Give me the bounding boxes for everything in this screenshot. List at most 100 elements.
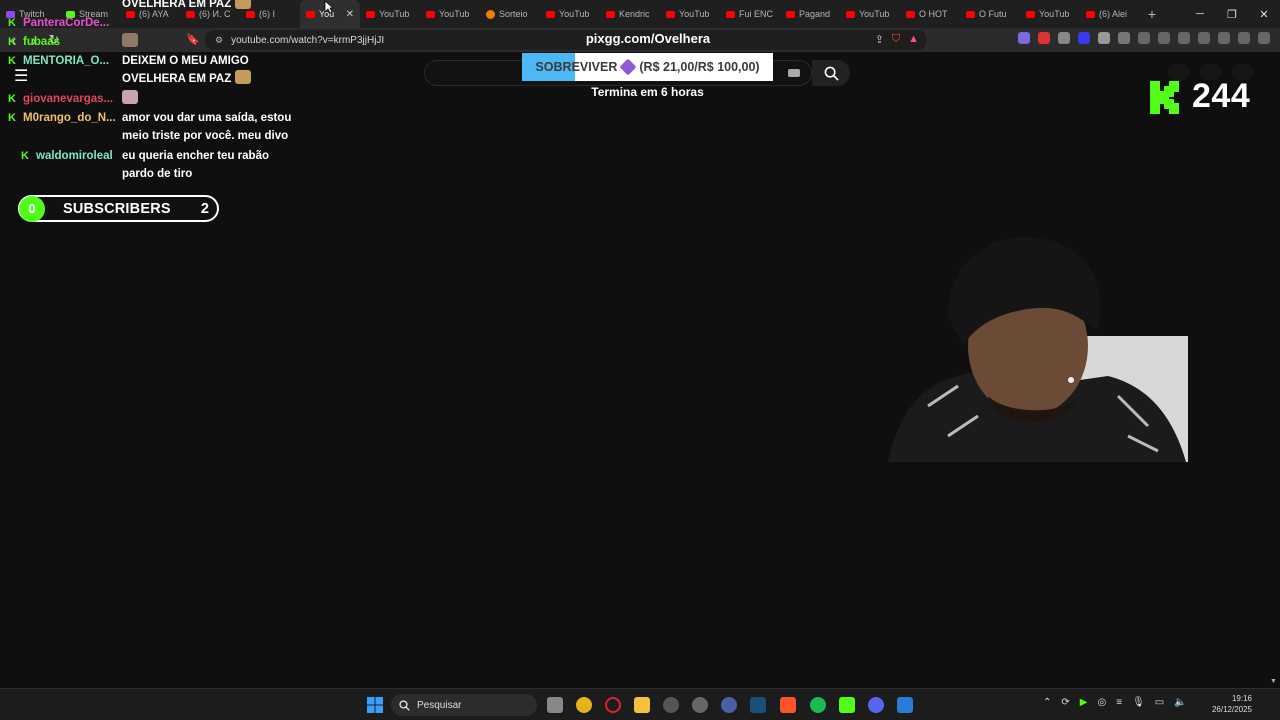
chat-message: Kwaldomiroleal (18, 147, 113, 165)
mixer-icon[interactable]: ≡ (1116, 697, 1122, 708)
chat-message-text: amor vou dar uma saída, estou (122, 109, 291, 127)
window-controls: ─ ❐ ✕ (1184, 0, 1280, 28)
chevron-up-icon[interactable]: ⌃ (1043, 697, 1051, 708)
extension-icon[interactable] (1058, 32, 1070, 44)
browser-tab[interactable]: O Futu (960, 0, 1020, 28)
chat-username: MENTORIA_O... (23, 55, 110, 67)
chat-username: PanteraCorDe... (23, 17, 110, 29)
network-icon[interactable]: ▭ (1155, 697, 1164, 708)
browser-tab[interactable]: YouTub (1020, 0, 1080, 28)
chrome-icon[interactable] (576, 697, 592, 713)
extension-icon[interactable] (1078, 32, 1090, 44)
close-window-button[interactable]: ✕ (1248, 0, 1280, 28)
maximize-button[interactable]: ❐ (1216, 0, 1248, 28)
sync-icon[interactable]: ⟳ (1061, 697, 1069, 708)
browser-tab[interactable]: O HOT (900, 0, 960, 28)
youtube-search-button[interactable] (812, 60, 850, 86)
microphone-icon[interactable]: 🎙 (1132, 697, 1145, 708)
brave-icon[interactable] (780, 697, 796, 713)
youtube-favicon (666, 10, 675, 18)
app-icon[interactable] (663, 697, 679, 713)
play-icon[interactable]: ▶ (1080, 697, 1088, 708)
taskbar-search[interactable]: Pesquisar (391, 694, 537, 716)
volume-icon[interactable]: 🔈 (1174, 697, 1186, 708)
chat-text: DEIXEM O MEU AMIGO (122, 55, 249, 67)
extension-icon[interactable] (1038, 32, 1050, 44)
chat-message: Kfubaas (5, 33, 60, 51)
site-info-icon[interactable]: ⚙ (215, 35, 223, 46)
share-icon[interactable]: ⇪ (875, 33, 884, 46)
browser-tab[interactable]: Kendric (600, 0, 660, 28)
app-icon[interactable] (721, 697, 737, 713)
pix-icon (619, 58, 637, 76)
search-icon (399, 699, 410, 711)
task-view-icon[interactable] (547, 697, 563, 713)
extension-icon[interactable] (1098, 32, 1110, 44)
chat-username: M0rango_do_N... (23, 112, 116, 124)
youtube-favicon (846, 10, 855, 18)
wallet-icon[interactable] (1198, 32, 1210, 44)
kick-app-icon[interactable] (839, 697, 855, 713)
kick-badge-icon: K (8, 93, 16, 105)
close-tab-icon[interactable]: ✕ (346, 9, 354, 20)
kick-badge-icon: K (8, 112, 16, 124)
leo-icon[interactable] (1218, 32, 1230, 44)
sidebar-icon[interactable] (1178, 32, 1190, 44)
discord-icon[interactable] (868, 697, 884, 713)
browser-tab[interactable]: YouTub (540, 0, 600, 28)
chat-message: K MENTORIA_O... (5, 52, 109, 70)
browser-tab[interactable]: Fui ENC (720, 0, 780, 28)
vpn-icon[interactable] (1238, 32, 1250, 44)
file-explorer-icon[interactable] (634, 697, 650, 713)
opera-icon[interactable] (605, 697, 621, 713)
app-tray-icon[interactable]: ◎ (1097, 697, 1106, 708)
subscribers-label: SUBSCRIBERS (63, 200, 171, 217)
brave-rewards-icon[interactable]: ▲ (908, 33, 919, 46)
chat-text: eu queria encher teu rabão (122, 150, 269, 162)
scroll-down-arrow[interactable]: ▼ (1270, 678, 1277, 685)
browser-tab[interactable]: (6) Alei (1080, 0, 1140, 28)
hand-emote-icon (122, 90, 138, 104)
browser-tab[interactable]: Pagand (780, 0, 840, 28)
browser-tab-label: Fui ENC (739, 9, 774, 19)
kick-badge-icon: K (8, 55, 16, 67)
browser-tab[interactable]: YouTub (420, 0, 480, 28)
extension-icon[interactable] (1018, 32, 1030, 44)
browser-tab[interactable]: YouTub (360, 0, 420, 28)
spotify-icon[interactable] (810, 697, 826, 713)
chat-message-text (122, 33, 138, 47)
browser-tab-label: Pagand (799, 9, 831, 19)
chat-text: OVELHERA EM PAZ (122, 0, 232, 10)
app-icon[interactable] (897, 697, 913, 713)
media-icon[interactable] (1158, 32, 1170, 44)
chat-text: pardo de tiro (122, 168, 193, 180)
donation-goal-bar: SOBREVIVER (R$ 21,00/R$ 100,00) (522, 53, 773, 81)
browser-tab-label: YouTub (859, 9, 890, 19)
bookmark-icon[interactable]: 🔖 (186, 33, 200, 46)
youtube-favicon (426, 10, 435, 18)
browser-tab-label: YouTub (679, 9, 710, 19)
new-tab-button[interactable]: + (1140, 6, 1164, 22)
kick-badge-icon: K (21, 150, 29, 162)
app-icon[interactable] (692, 697, 708, 713)
browser-tab[interactable]: YouTub (660, 0, 720, 28)
youtube-favicon (966, 10, 975, 18)
clock[interactable]: 19:16 26/12/2025 (1206, 693, 1252, 715)
browser-tab-label: Sorteio (499, 9, 528, 19)
menu-icon[interactable] (1258, 32, 1270, 44)
keyboard-icon[interactable] (788, 69, 800, 77)
brave-shield-icon[interactable]: ⛉ (892, 33, 900, 46)
browser-tab[interactable]: YouTub (840, 0, 900, 28)
extensions-row (1018, 32, 1270, 44)
youtube-favicon (726, 10, 735, 18)
chat-text: meio triste por você. meu divo (122, 130, 289, 142)
minimize-button[interactable]: ─ (1184, 0, 1216, 28)
windows-start-icon[interactable] (367, 697, 383, 713)
extension-icon[interactable] (1138, 32, 1150, 44)
subscribers-goal: 0 SUBSCRIBERS 2 (18, 195, 219, 222)
browser-tab[interactable]: Sorteio (480, 0, 540, 28)
browser-tab-label: YouTub (379, 9, 410, 19)
steam-icon[interactable] (750, 697, 766, 713)
puzzle-icon[interactable] (1118, 32, 1130, 44)
cat-emote-icon (235, 70, 252, 84)
